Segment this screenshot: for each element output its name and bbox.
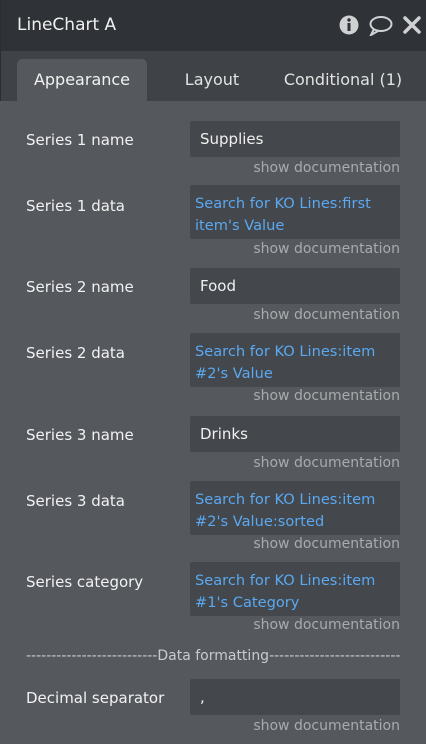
decimal-separator-doc-link[interactable]: show documentation [253, 718, 400, 734]
tab-bar: Appearance Layout Conditional (1) [1, 51, 426, 101]
series-category-expression[interactable]: Search for KO Lines:item #1's Category [190, 562, 400, 616]
decimal-separator-input[interactable]: , [190, 679, 400, 715]
series2-data-line1: Search for KO Lines:item [195, 343, 376, 360]
series1-data-line2: item's Value [195, 217, 285, 234]
decimal-separator-label: Decimal separator [26, 689, 165, 707]
series3-data-line1: Search for KO Lines:item [195, 491, 376, 508]
series1-data-expression[interactable]: Search for KO Lines:first item's Value [190, 185, 400, 239]
series3-name-doc-link[interactable]: show documentation [253, 455, 400, 471]
series3-data-doc-link[interactable]: show documentation [253, 536, 400, 552]
series3-name-label: Series 3 name [26, 426, 134, 444]
info-icon[interactable] [338, 14, 360, 36]
series3-data-line2: #2's Value:sorted [195, 513, 325, 530]
series2-data-line2: #2's Value [195, 365, 273, 382]
close-icon[interactable] [401, 14, 423, 36]
series1-name-label: Series 1 name [26, 131, 134, 149]
series1-name-input[interactable]: Supplies [190, 121, 400, 157]
series3-data-expression[interactable]: Search for KO Lines:item #2's Value:sort… [190, 481, 400, 535]
series1-data-doc-link[interactable]: show documentation [253, 241, 400, 257]
tab-conditional[interactable]: Conditional (1) [277, 59, 409, 101]
panel-title: LineChart A [17, 15, 117, 35]
series2-name-doc-link[interactable]: show documentation [253, 307, 400, 323]
comment-icon[interactable] [368, 14, 394, 38]
series1-name-doc-link[interactable]: show documentation [253, 160, 400, 176]
series2-data-expression[interactable]: Search for KO Lines:item #2's Value [190, 333, 400, 387]
series3-data-label: Series 3 data [26, 492, 125, 510]
series-category-label: Series category [26, 573, 144, 591]
series-category-line1: Search for KO Lines:item [195, 572, 376, 589]
data-formatting-divider: --------------------------Data formattin… [26, 648, 400, 664]
series2-name-label: Series 2 name [26, 278, 134, 296]
series2-data-doc-link[interactable]: show documentation [253, 388, 400, 404]
series1-data-line1: Search for KO Lines:first [195, 195, 371, 212]
tab-appearance[interactable]: Appearance [17, 59, 147, 101]
series-category-doc-link[interactable]: show documentation [253, 617, 400, 633]
series2-data-label: Series 2 data [26, 344, 125, 362]
series3-name-input[interactable]: Drinks [190, 416, 400, 452]
appearance-form: Series 1 name Supplies show documentatio… [0, 101, 426, 744]
tab-layout[interactable]: Layout [171, 59, 253, 101]
series1-data-label: Series 1 data [26, 197, 125, 215]
title-bar: LineChart A [1, 0, 426, 52]
series-category-line2: #1's Category [195, 594, 300, 611]
series2-name-input[interactable]: Food [190, 268, 400, 304]
